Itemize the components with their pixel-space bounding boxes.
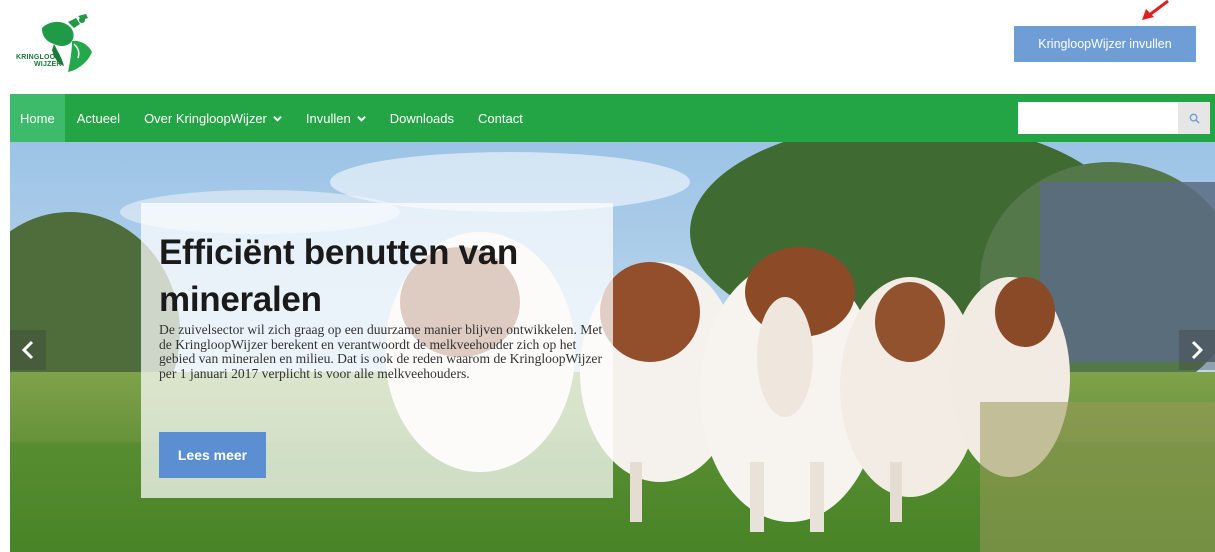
chevron-down-icon: [356, 115, 366, 122]
header: KRINGLOOP WIJZER KringloopWijzer invulle…: [0, 0, 1215, 94]
search-icon: [1189, 113, 1200, 124]
nav-item-label: Over KringloopWijzer: [144, 110, 267, 126]
chevron-right-icon: [1191, 340, 1204, 360]
chevron-down-icon: [273, 115, 282, 122]
carousel-prev-button[interactable]: [10, 330, 46, 370]
search-button[interactable]: [1178, 102, 1210, 134]
logo-line1: KRINGLOOP: [16, 54, 61, 61]
nav-item-contact[interactable]: Contact: [466, 94, 535, 142]
search-box: [1018, 102, 1210, 134]
nav-item-actueel[interactable]: Actueel: [65, 94, 132, 142]
nav-item-label: Invullen: [305, 110, 351, 126]
kringloopwijzer-invullen-button[interactable]: KringloopWijzer invullen: [1014, 26, 1196, 62]
carousel-next-button[interactable]: [1179, 330, 1215, 370]
arrow-annotation-icon: [1142, 0, 1169, 20]
nav-item-home[interactable]: Home: [10, 94, 65, 142]
logo-line2: WIJZER: [34, 61, 62, 68]
nav-item-downloads[interactable]: Downloads: [378, 94, 466, 142]
nav-item-invullen[interactable]: Invullen: [294, 94, 378, 142]
hero-caption: Efficiënt benutten van mineralen De zuiv…: [141, 203, 613, 498]
nav-item-over-kringloopwijzer[interactable]: Over KringloopWijzer: [132, 94, 294, 142]
hero-carousel: Efficiënt benutten van mineralen De zuiv…: [10, 142, 1215, 552]
kringloopwijzer-logo[interactable]: KRINGLOOP WIJZER: [14, 14, 104, 74]
nav-item-label: Downloads: [389, 110, 455, 126]
search-input[interactable]: [1018, 102, 1178, 134]
nav-item-label: Home: [20, 110, 55, 126]
lees-meer-button[interactable]: Lees meer: [159, 432, 266, 478]
main-navigation: Home Actueel Over KringloopWijzer Invull…: [10, 94, 1215, 142]
nav-item-label: Actueel: [76, 110, 121, 126]
hero-body-text: De zuivelsector wil zich graag op een du…: [159, 322, 603, 381]
nav-item-label: Contact: [478, 110, 523, 126]
hero-title: Efficiënt benutten van mineralen: [159, 233, 518, 319]
chevron-left-icon: [21, 340, 34, 360]
